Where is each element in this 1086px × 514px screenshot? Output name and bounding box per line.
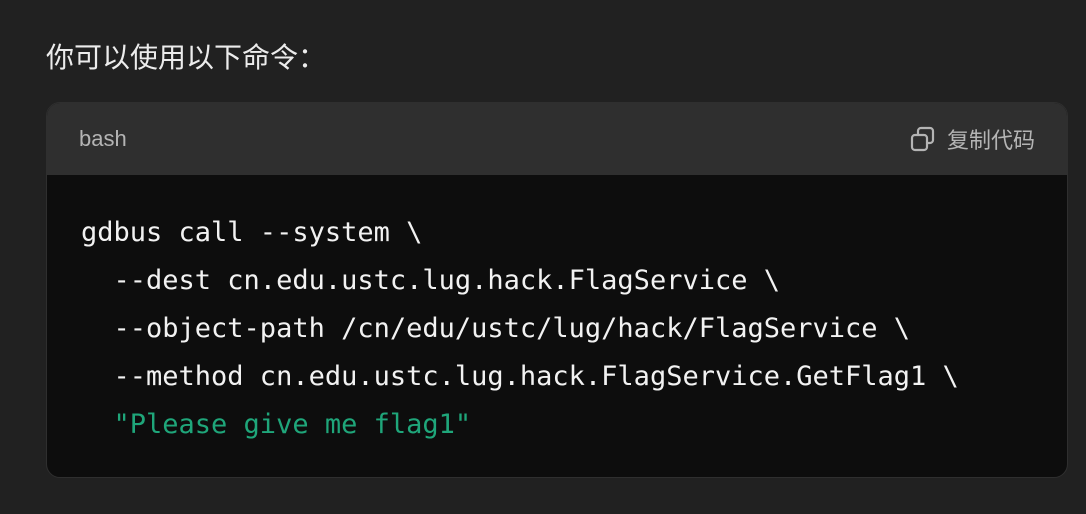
code-block: bash 复制代码 gdbus call --system \ --dest c… bbox=[46, 102, 1068, 478]
code-content: gdbus call --system \ --dest cn.edu.ustc… bbox=[81, 209, 1033, 449]
code-line: gdbus call --system \ bbox=[81, 217, 423, 248]
chat-message: 你可以使用以下命令： bash 复制代码 gdbus call --system… bbox=[0, 0, 1086, 514]
code-language-label: bash bbox=[79, 126, 127, 151]
code-line: --object-path /cn/edu/ustc/lug/hack/Flag… bbox=[81, 313, 911, 344]
intro-text: 你可以使用以下命令： bbox=[46, 41, 327, 74]
code-line-string: "Please give me flag1" bbox=[81, 409, 472, 440]
code-line: --method cn.edu.ustc.lug.hack.FlagServic… bbox=[81, 361, 959, 392]
copy-icon bbox=[909, 125, 937, 153]
code-block-header: bash 复制代码 bbox=[47, 103, 1067, 175]
code-line: --dest cn.edu.ustc.lug.hack.FlagService … bbox=[81, 265, 780, 296]
copy-code-label: 复制代码 bbox=[946, 129, 1035, 154]
copy-code-button[interactable]: 复制代码 bbox=[909, 123, 1035, 155]
code-body: gdbus call --system \ --dest cn.edu.ustc… bbox=[47, 175, 1067, 449]
